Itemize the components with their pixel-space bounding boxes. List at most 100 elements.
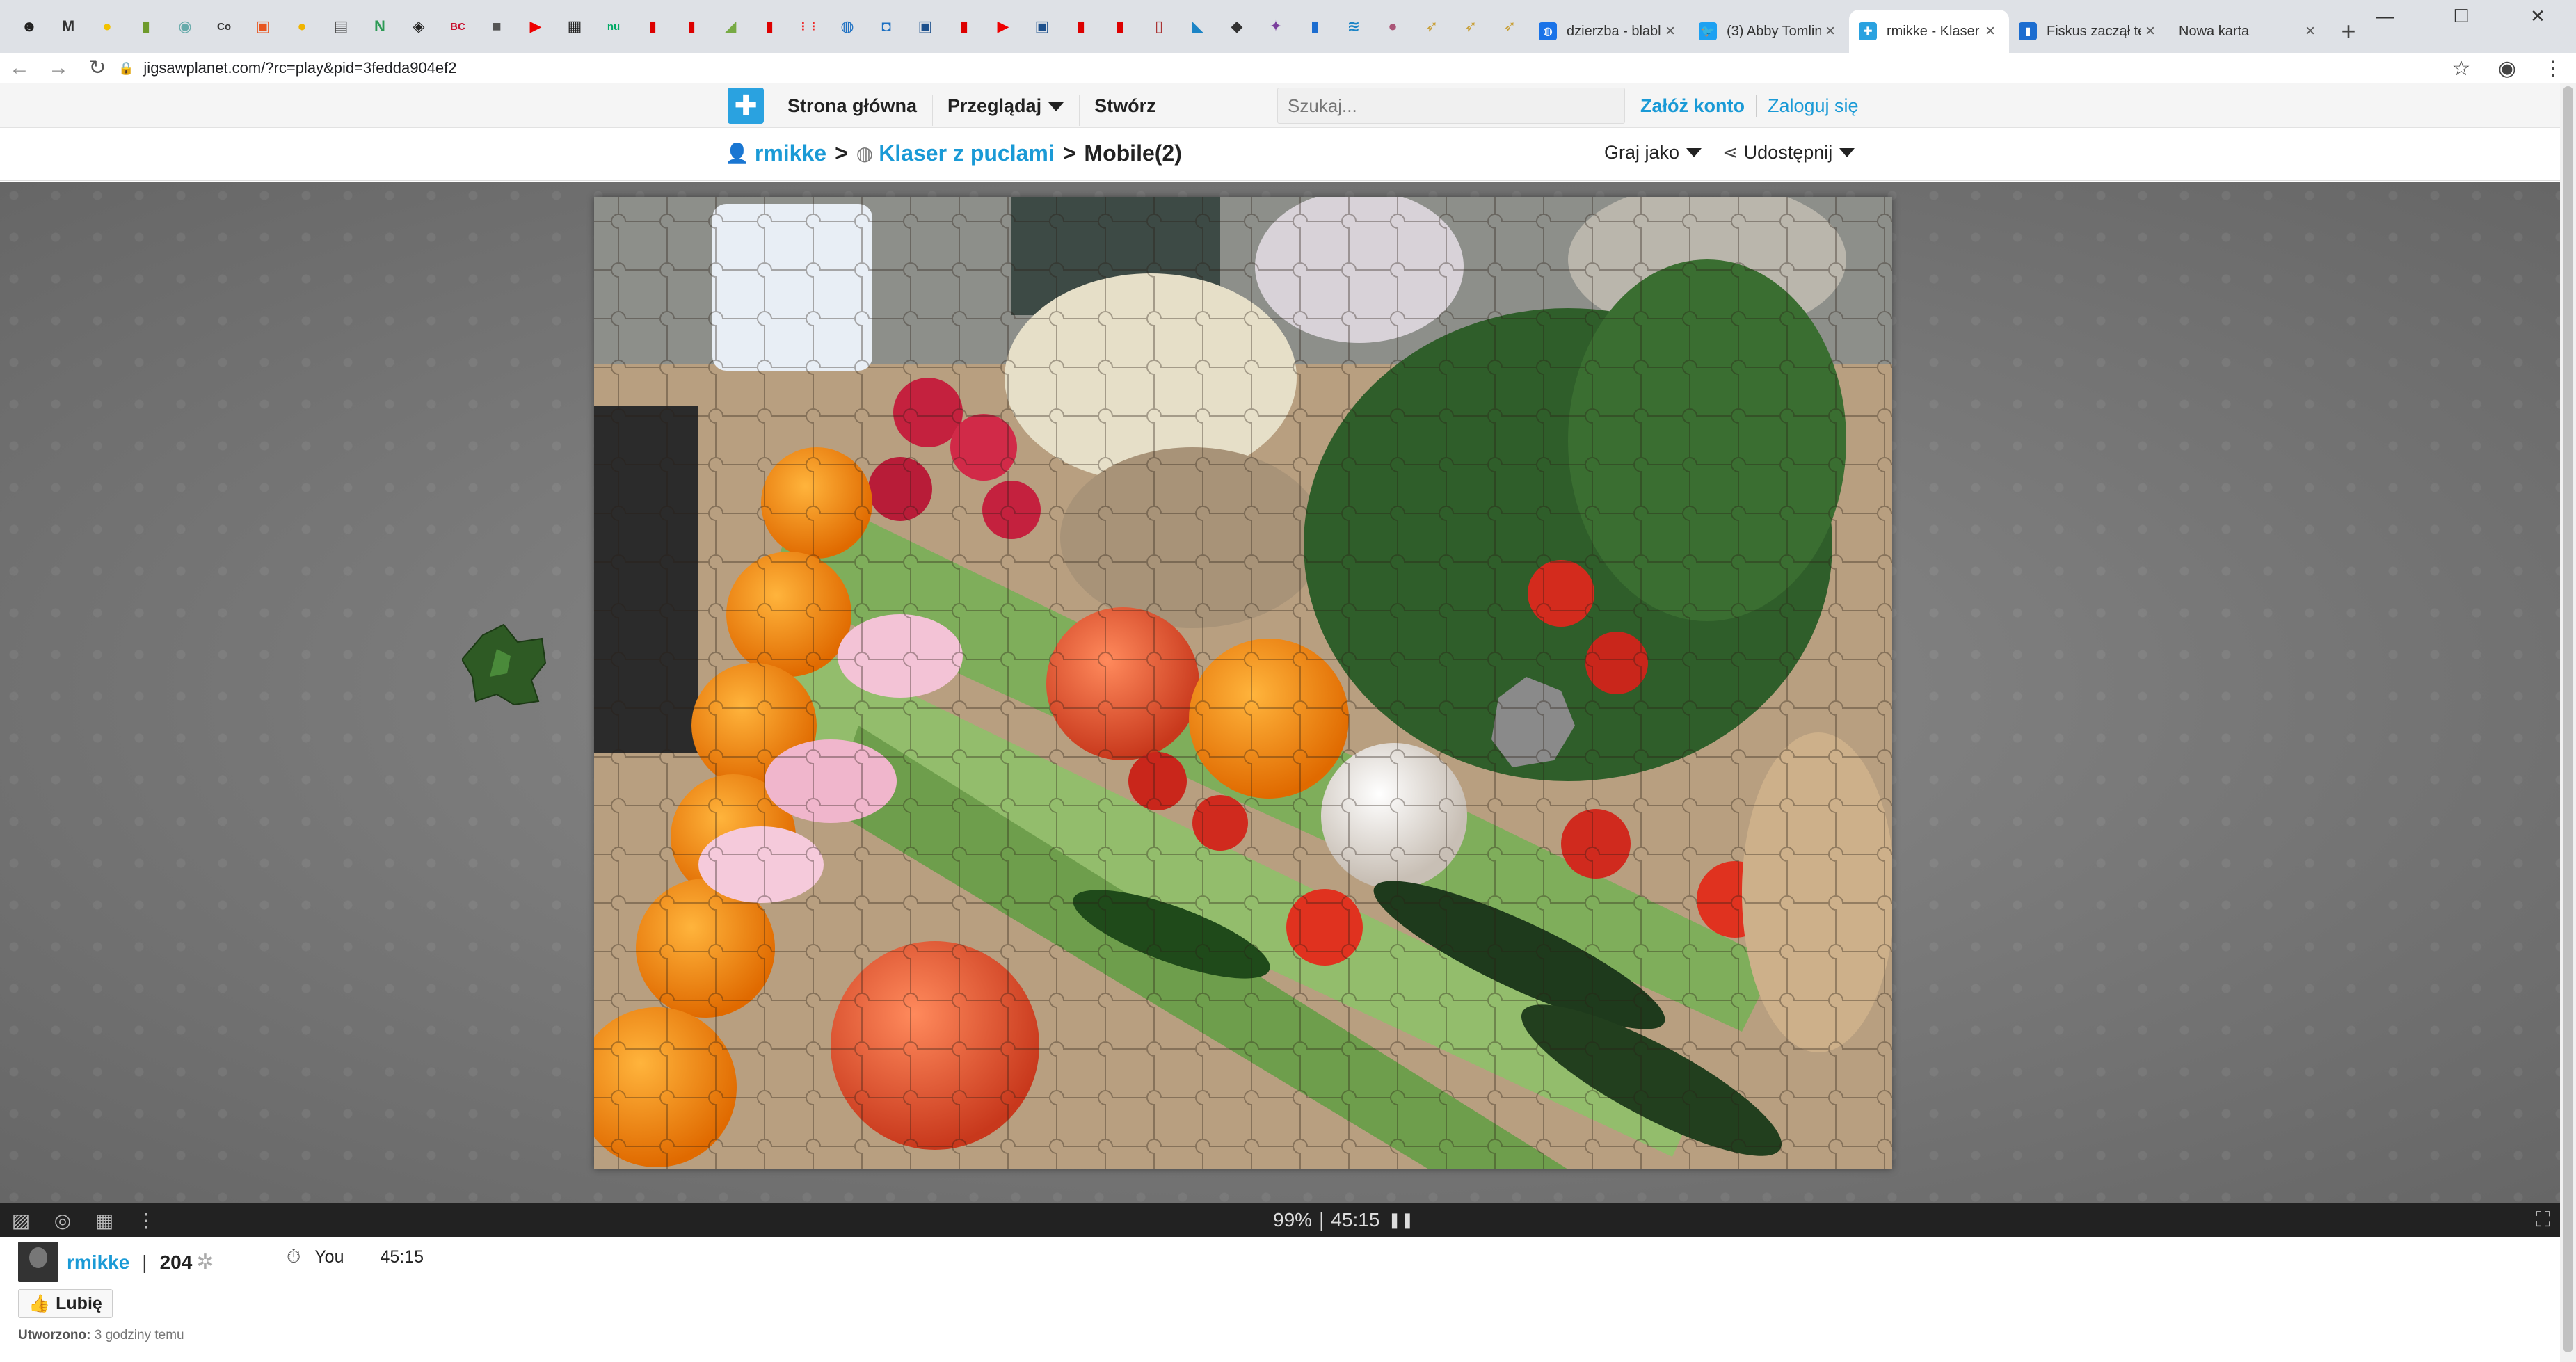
forward-arrow-icon[interactable]: → <box>39 56 78 80</box>
pinned-tab[interactable]: ▮ <box>672 0 711 53</box>
pinned-tab[interactable]: ▮ <box>127 0 166 53</box>
menu-kebab-icon[interactable]: ⋮ <box>2530 56 2576 81</box>
pinned-tab[interactable]: ▣ <box>1023 0 1062 53</box>
lock-icon: 🔒 <box>118 61 134 75</box>
minimize-icon[interactable]: — <box>2346 0 2423 32</box>
pinned-tab[interactable]: ◍ <box>828 0 867 53</box>
breadcrumb-user[interactable]: rmikke <box>755 141 826 166</box>
login-link[interactable]: Zaloguj się <box>1757 95 1859 117</box>
pinned-tab[interactable]: ◉ <box>166 0 205 53</box>
pinned-tab[interactable]: ▦ <box>555 0 594 53</box>
pinned-tab[interactable]: ◘ <box>867 0 906 53</box>
pinned-tab[interactable]: ⋮⋮ <box>789 0 828 53</box>
pinned-tab[interactable]: ◣ <box>1178 0 1217 53</box>
pinned-tab[interactable]: ▮ <box>1101 0 1139 53</box>
share-dropdown[interactable]: ⋖ Udostępnij <box>1722 142 1855 163</box>
puzzle-artwork <box>594 197 1892 1169</box>
globe-icon: ◍ <box>1539 22 1557 40</box>
tab-4[interactable]: Nowa karta × <box>2169 10 2329 53</box>
timer-value: 45:15 <box>380 1247 424 1267</box>
arrange-pieces-icon[interactable]: ▦ <box>83 1209 125 1232</box>
pinned-tab[interactable]: ◈ <box>399 0 438 53</box>
pinned-tab[interactable]: N <box>360 0 399 53</box>
close-tab-icon[interactable]: × <box>2301 22 2319 41</box>
register-link[interactable]: Załóż konto <box>1640 95 1757 117</box>
youtube-icon: ▶ <box>529 17 542 35</box>
pinned-tab[interactable]: ≋ <box>1334 0 1373 53</box>
close-tab-icon[interactable]: × <box>1661 22 1679 41</box>
pinned-tab[interactable]: ▮ <box>633 0 672 53</box>
author-link[interactable]: rmikke <box>67 1251 129 1274</box>
address-bar[interactable]: 🔒 jigsawplanet.com/?rc=play&pid=3fedda90… <box>118 56 2470 81</box>
page-scrollbar[interactable] <box>2560 83 2576 1362</box>
pinned-tab[interactable]: ▮ <box>1295 0 1334 53</box>
grid-icon: ⋮⋮ <box>798 21 819 33</box>
reload-icon[interactable]: ↻ <box>78 56 117 80</box>
pinned-tab[interactable]: ▶ <box>516 0 555 53</box>
fullscreen-icon[interactable]: ⛶ <box>2536 1203 2550 1237</box>
scrollbar-thumb[interactable] <box>2563 86 2573 1352</box>
breadcrumb-album[interactable]: Klaser z puclami <box>879 141 1055 166</box>
pinned-tab[interactable]: ▶ <box>984 0 1023 53</box>
cube-icon: ◆ <box>1231 17 1243 35</box>
tab-title: Fiskus zaczął te <box>2047 23 2141 39</box>
pinned-tab[interactable]: ▤ <box>321 0 360 53</box>
tab-title: rmikke - Klaser z <box>1887 23 1981 39</box>
pinned-tab[interactable]: ◆ <box>1217 0 1256 53</box>
pinned-tab[interactable]: Co <box>205 0 243 53</box>
play-as-dropdown[interactable]: Graj jako <box>1604 142 1702 163</box>
pinned-tab[interactable]: ➶ <box>1490 0 1529 53</box>
caret-down-icon <box>1686 148 1702 157</box>
tab-0[interactable]: ◍ dzierzba - blabl × <box>1529 10 1689 53</box>
pinned-tab[interactable]: ➶ <box>1412 0 1451 53</box>
bookmark-star-icon[interactable]: ☆ <box>2438 56 2484 81</box>
pinned-tab[interactable]: ▯ <box>1139 0 1178 53</box>
pinned-tab[interactable]: ● <box>282 0 321 53</box>
share-label: Udostępnij <box>1743 142 1833 163</box>
bookmark-icon: ▮ <box>1076 17 1086 35</box>
loose-puzzle-piece[interactable] <box>462 621 554 705</box>
pinned-tab[interactable]: BC <box>438 0 477 53</box>
puzzle-image[interactable] <box>594 197 1892 1169</box>
pinned-tab[interactable]: ▮ <box>945 0 984 53</box>
pinned-tab[interactable]: ● <box>1373 0 1412 53</box>
pinned-tab[interactable]: ☻ <box>10 0 49 53</box>
pinned-tab[interactable]: nu <box>594 0 633 53</box>
nav-browse[interactable]: Przeglądaj <box>932 95 1079 126</box>
pinned-tab[interactable]: ✦ <box>1256 0 1295 53</box>
pinned-tab[interactable]: ➶ <box>1451 0 1490 53</box>
search-input[interactable] <box>1277 88 1625 124</box>
pause-icon[interactable]: ❚❚ <box>1388 1211 1414 1229</box>
pinned-tab[interactable]: ◢ <box>711 0 750 53</box>
close-window-icon[interactable]: ✕ <box>2499 0 2576 32</box>
stopwatch-icon: ⏱ <box>287 1246 301 1267</box>
tab-1[interactable]: 🐦 (3) Abby Tomlin × <box>1689 10 1849 53</box>
ghost-image-icon[interactable]: ◎ <box>42 1209 83 1232</box>
close-tab-icon[interactable]: × <box>1821 22 1839 41</box>
pinned-tab[interactable]: ▮ <box>1062 0 1101 53</box>
jigsawplanet-logo-icon[interactable]: ✚ <box>728 88 764 124</box>
profile-icon[interactable]: ◉ <box>2484 56 2530 81</box>
back-arrow-icon[interactable]: ← <box>0 56 39 80</box>
more-options-icon[interactable]: ⋮ <box>125 1209 167 1232</box>
app-icon: BC <box>450 20 465 33</box>
wing-icon: ➶ <box>1503 17 1517 35</box>
pinned-tab[interactable]: ▣ <box>906 0 945 53</box>
nav-create[interactable]: Stwórz <box>1079 95 1171 126</box>
tab-2[interactable]: ✚ rmikke - Klaser z × <box>1849 10 2009 53</box>
image-preview-icon[interactable]: ▨ <box>0 1209 42 1232</box>
tab-3[interactable]: ▮ Fiskus zaczął te × <box>2009 10 2169 53</box>
pinned-tab[interactable]: ■ <box>477 0 516 53</box>
avatar[interactable] <box>18 1242 58 1282</box>
like-button[interactable]: 👍 Lubię <box>18 1289 113 1318</box>
nav-home[interactable]: Strona główna <box>772 95 932 117</box>
pinned-tab[interactable]: M <box>49 0 88 53</box>
maximize-icon[interactable]: ☐ <box>2423 0 2499 32</box>
pinned-tab[interactable]: ▮ <box>750 0 789 53</box>
status-separator: | <box>1319 1209 1325 1231</box>
jigsaw-grid-overlay <box>594 197 1892 1169</box>
pinned-tab[interactable]: ▣ <box>243 0 282 53</box>
close-tab-icon[interactable]: × <box>2141 22 2159 41</box>
pinned-tab[interactable]: ● <box>88 0 127 53</box>
close-tab-icon[interactable]: × <box>1981 22 1999 41</box>
